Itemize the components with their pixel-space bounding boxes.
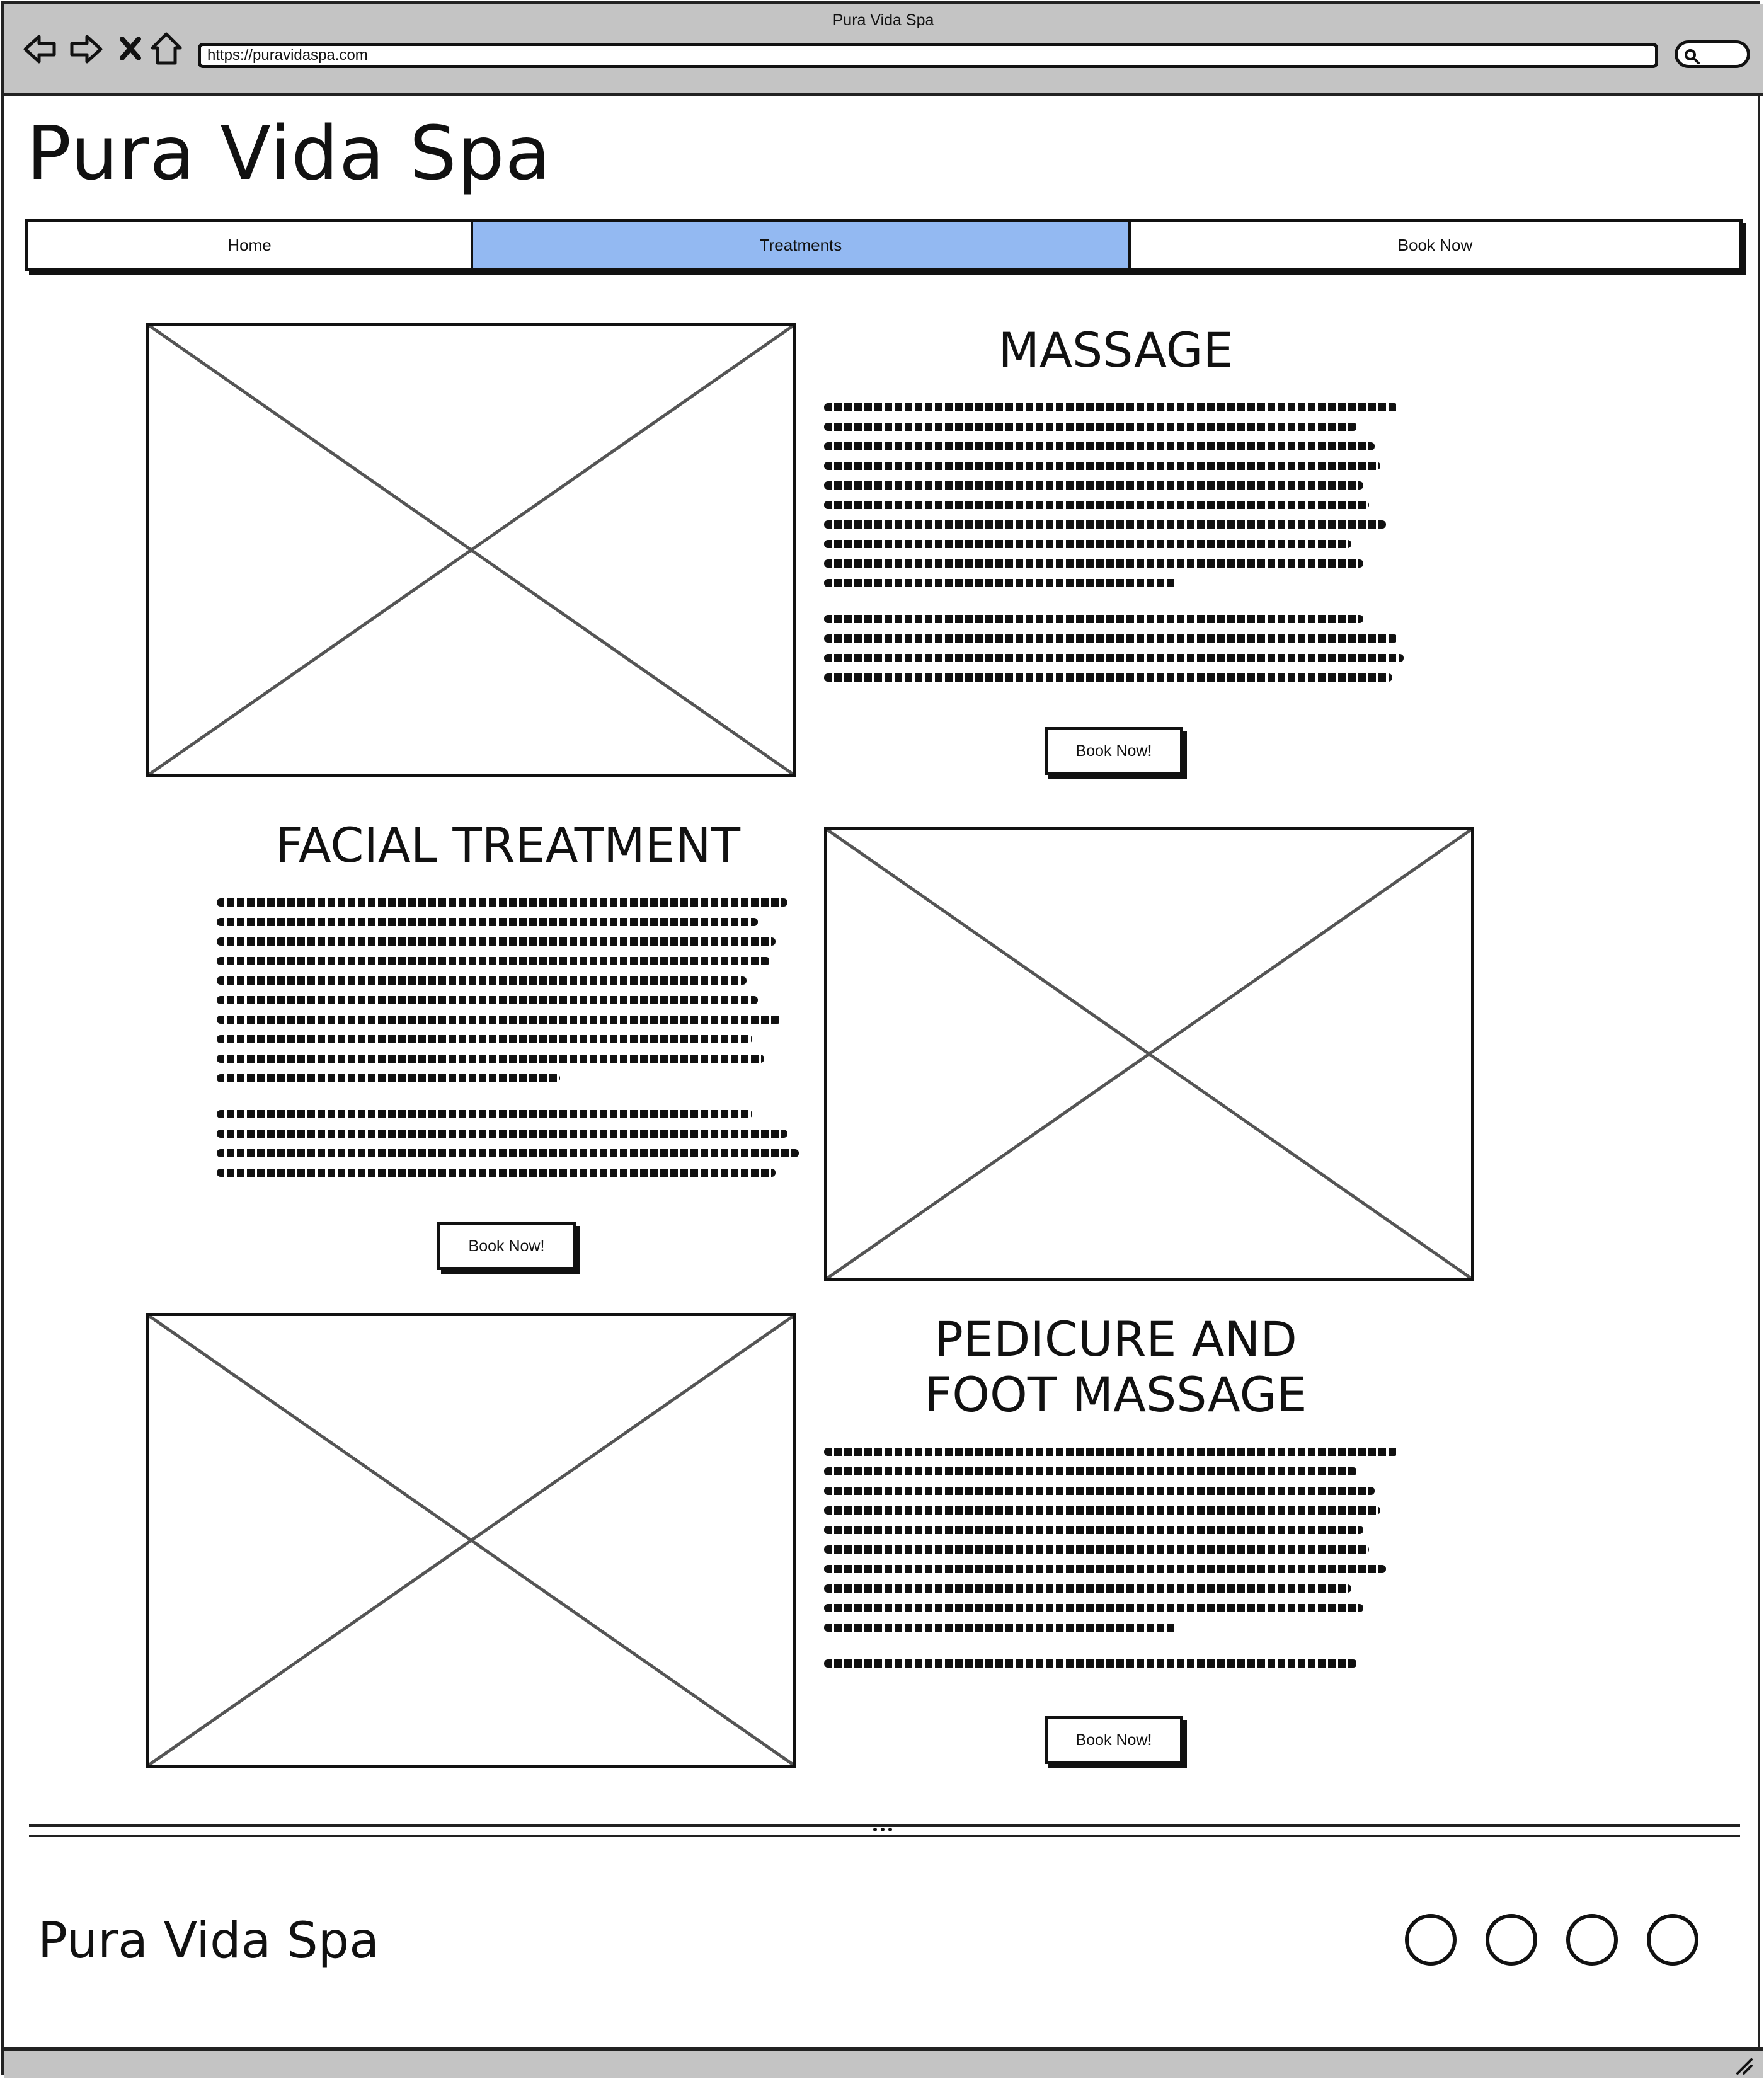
back-arrow-icon[interactable] (21, 30, 59, 68)
nav-tab-book-now[interactable]: Book Now (1131, 222, 1739, 268)
pedicure-heading-line2: FOOT MASSAGE (924, 1366, 1307, 1423)
social-icon-3[interactable] (1566, 1914, 1618, 1966)
home-icon[interactable] (147, 30, 185, 68)
pedicure-heading-line1: PEDICURE AND (934, 1311, 1297, 1367)
massage-book-now-button[interactable]: Book Now! (1045, 727, 1183, 775)
nav-tab-treatments[interactable]: Treatments (473, 222, 1131, 268)
social-icon-2[interactable] (1486, 1914, 1537, 1966)
pedicure-image-placeholder (146, 1313, 796, 1768)
social-icon-4[interactable] (1647, 1914, 1698, 1966)
browser-toolbar: Pura Vida Spa https://puravidaspa.com (4, 4, 1763, 96)
browser-status-bar (4, 2048, 1763, 2078)
facial-treatment-image-placeholder (824, 827, 1474, 1281)
massage-description (824, 403, 1404, 693)
window-title: Pura Vida Spa (832, 11, 934, 29)
site-title: Pura Vida Spa (26, 110, 551, 197)
forward-arrow-icon[interactable] (67, 30, 105, 68)
search-icon (1685, 49, 1700, 64)
browser-search-field[interactable] (1675, 40, 1750, 68)
facial-treatment-description (217, 898, 799, 1188)
resize-grip-icon[interactable] (1734, 2056, 1754, 2076)
pedicure-book-now-button[interactable]: Book Now! (1045, 1716, 1183, 1764)
social-icon-1[interactable] (1405, 1914, 1457, 1966)
pedicure-heading: PEDICURE AND FOOT MASSAGE (823, 1312, 1409, 1423)
divider-dots-icon (873, 1828, 892, 1831)
massage-image-placeholder (146, 323, 796, 777)
facial-treatment-book-now-button[interactable]: Book Now! (437, 1222, 576, 1270)
address-bar[interactable]: https://puravidaspa.com (198, 43, 1658, 68)
main-navigation: Home Treatments Book Now (25, 219, 1743, 271)
nav-tab-home[interactable]: Home (28, 222, 473, 268)
close-x-icon[interactable] (113, 30, 151, 68)
footer-divider-bottom (29, 1835, 1740, 1837)
browser-window: Pura Vida Spa https://puravidaspa.com Pu… (1, 1, 1763, 2078)
pedicure-description (824, 1448, 1404, 1679)
footer-site-title: Pura Vida Spa (38, 1913, 380, 1969)
massage-heading: MASSAGE (998, 322, 1234, 378)
facial-treatment-heading: FACIAL TREATMENT (275, 817, 740, 873)
